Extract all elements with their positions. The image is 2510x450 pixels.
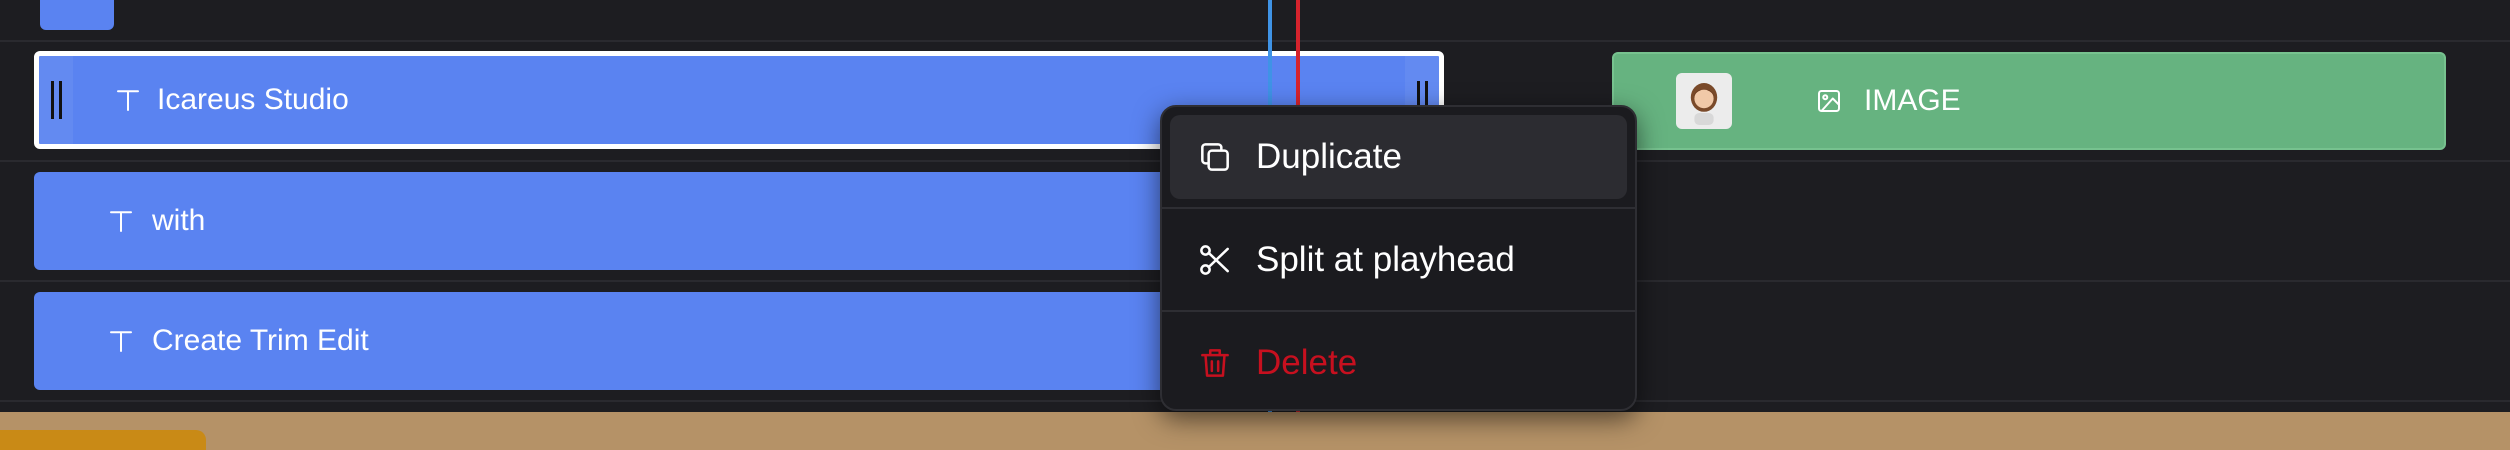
clip-label: with — [152, 204, 206, 237]
track-divider — [0, 40, 2510, 42]
audio-clip[interactable] — [0, 430, 206, 450]
image-icon — [1812, 84, 1846, 118]
text-icon — [104, 204, 138, 238]
menu-item-delete[interactable]: Delete — [1170, 321, 1627, 405]
partial-clip-top[interactable] — [40, 0, 114, 30]
menu-item-label: Split at playhead — [1256, 240, 1515, 279]
clip-label: Icareus Studio — [157, 83, 349, 116]
audio-track[interactable] — [0, 412, 2510, 450]
menu-item-label: Duplicate — [1256, 137, 1402, 176]
duplicate-icon — [1201, 143, 1229, 171]
menu-item-split[interactable]: Split at playhead — [1170, 218, 1627, 302]
context-menu: Duplicate Split at playhead Delete — [1160, 105, 1637, 411]
menu-item-duplicate[interactable]: Duplicate — [1170, 115, 1627, 199]
menu-divider — [1162, 207, 1635, 209]
trim-handle-left[interactable] — [39, 56, 73, 144]
menu-item-label: Delete — [1256, 343, 1358, 382]
trash-icon — [1201, 349, 1229, 377]
text-icon — [111, 83, 145, 117]
text-icon — [104, 324, 138, 358]
clip-label: IMAGE — [1864, 84, 1961, 117]
avatar-thumbnail — [1676, 73, 1732, 129]
clip-label: Create Trim Edit — [152, 324, 369, 357]
scissors-icon — [1200, 245, 1229, 275]
menu-divider — [1162, 310, 1635, 312]
timeline-editor: Icareus Studio IMAGE with Create Trim Ed… — [0, 0, 2510, 450]
image-clip[interactable]: IMAGE — [1612, 52, 2446, 150]
